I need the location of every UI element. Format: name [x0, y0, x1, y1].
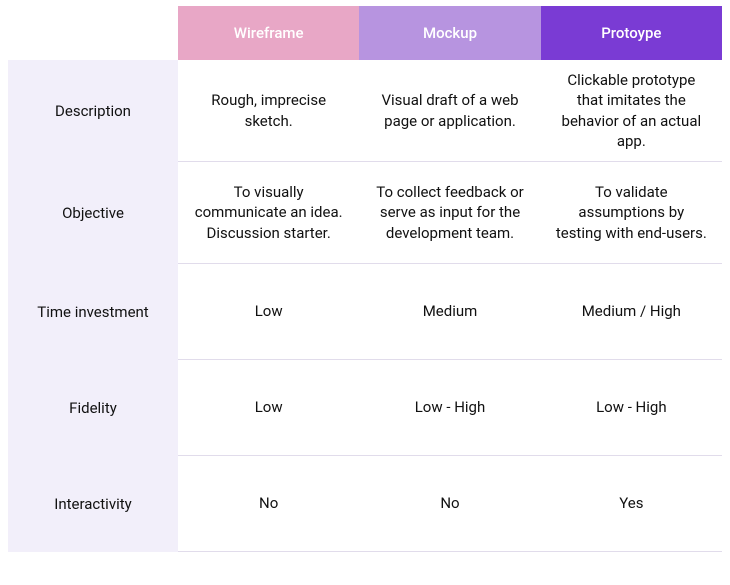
row-header-objective: Objective: [8, 162, 178, 264]
table-header-row: Wireframe Mockup Protoype: [8, 6, 722, 60]
cell-objective-mockup: To collect feedback or serve as input fo…: [359, 162, 540, 264]
cell-description-prototype: Clickable prototype that imitates the be…: [541, 60, 722, 162]
row-header-interactivity: Interactivity: [8, 456, 178, 552]
cell-objective-prototype: To validate assumptions by testing with …: [541, 162, 722, 264]
column-header-mockup: Mockup: [359, 6, 540, 60]
cell-time-prototype: Medium / High: [541, 264, 722, 360]
cell-fidelity-prototype: Low - High: [541, 360, 722, 456]
table-corner-cell: [8, 6, 178, 60]
comparison-table: Wireframe Mockup Protoype Description Ro…: [8, 6, 722, 552]
table-row: Description Rough, imprecise sketch. Vis…: [8, 60, 722, 162]
column-header-prototype: Protoype: [541, 6, 722, 60]
cell-time-mockup: Medium: [359, 264, 540, 360]
row-header-time: Time investment: [8, 264, 178, 360]
cell-fidelity-wireframe: Low: [178, 360, 359, 456]
row-header-fidelity: Fidelity: [8, 360, 178, 456]
row-header-description: Description: [8, 60, 178, 162]
column-header-wireframe: Wireframe: [178, 6, 359, 60]
table-row: Interactivity No No Yes: [8, 456, 722, 552]
comparison-table-container: Wireframe Mockup Protoype Description Ro…: [0, 0, 730, 585]
table-row: Objective To visually communicate an ide…: [8, 162, 722, 264]
cell-interactivity-prototype: Yes: [541, 456, 722, 552]
cell-objective-wireframe: To visually communicate an idea. Discuss…: [178, 162, 359, 264]
cell-interactivity-wireframe: No: [178, 456, 359, 552]
cell-description-mockup: Visual draft of a web page or applicatio…: [359, 60, 540, 162]
cell-interactivity-mockup: No: [359, 456, 540, 552]
cell-time-wireframe: Low: [178, 264, 359, 360]
cell-fidelity-mockup: Low - High: [359, 360, 540, 456]
cell-description-wireframe: Rough, imprecise sketch.: [178, 60, 359, 162]
table-row: Time investment Low Medium Medium / High: [8, 264, 722, 360]
table-row: Fidelity Low Low - High Low - High: [8, 360, 722, 456]
